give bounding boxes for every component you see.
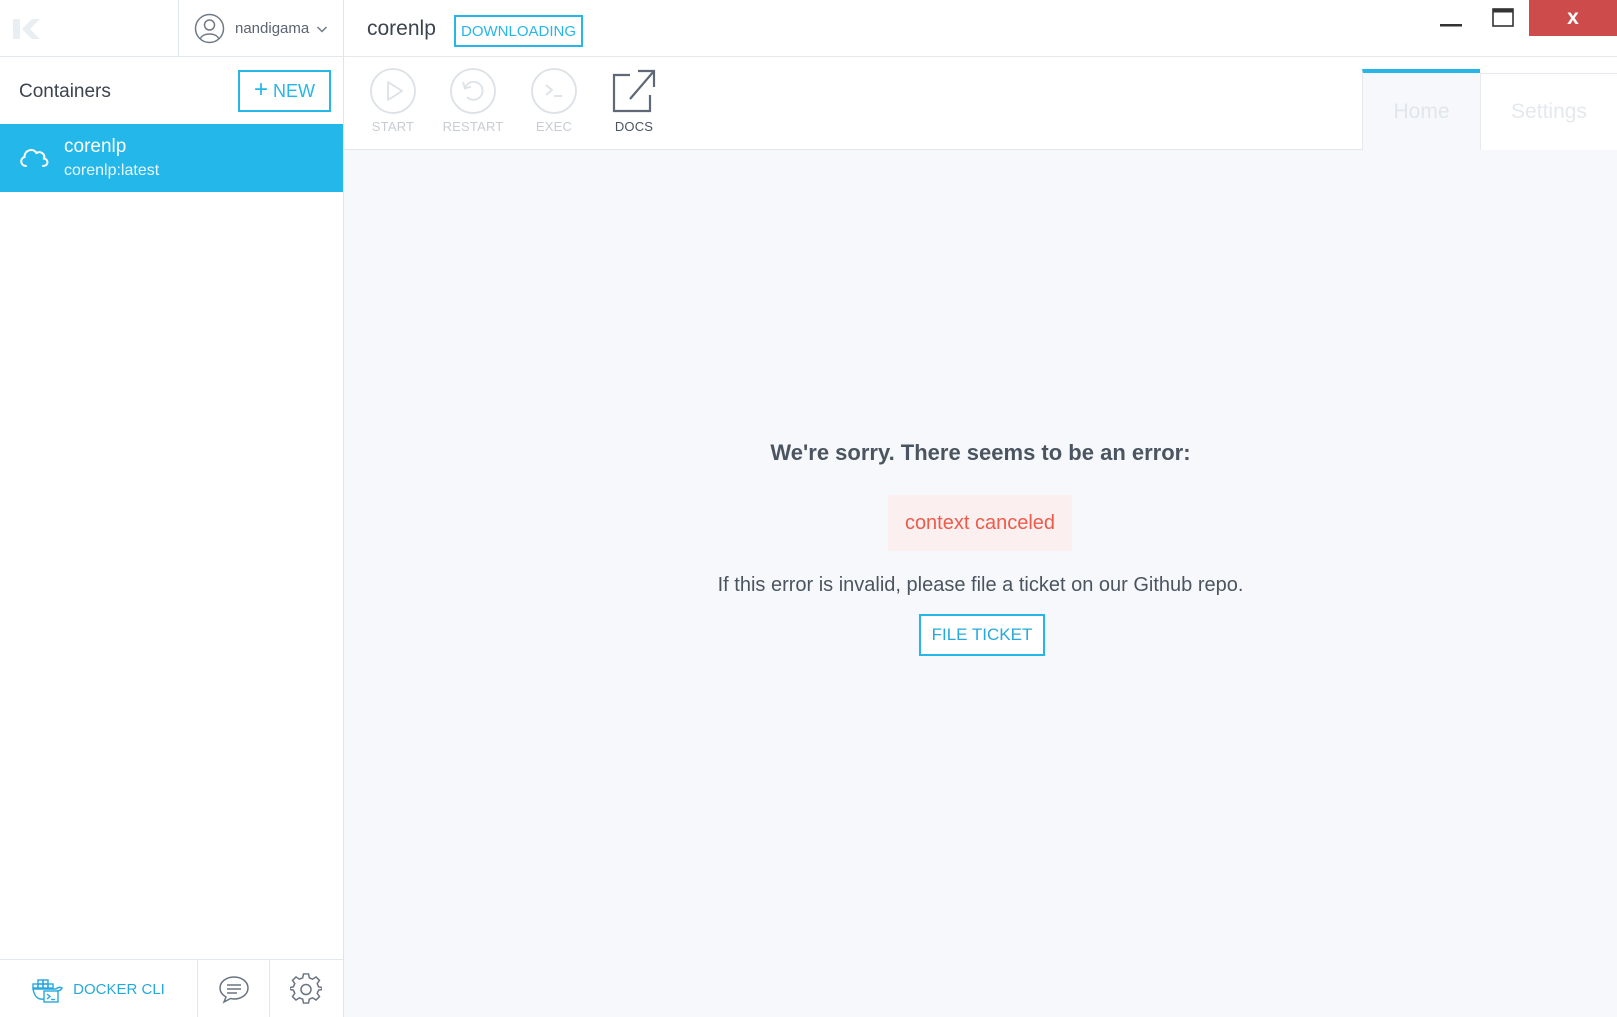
container-name: corenlp	[64, 136, 127, 157]
gear-icon	[290, 973, 322, 1004]
docs-label: DOCS	[614, 119, 654, 134]
maximize-button[interactable]	[1477, 0, 1529, 36]
minimize-button[interactable]	[1425, 0, 1477, 36]
file-ticket-button[interactable]: FILE TICKET	[919, 614, 1045, 656]
error-hint: If this error is invalid, please file a …	[717, 574, 1244, 596]
container-list-item[interactable]: corenlp corenlp:latest	[0, 124, 343, 192]
status-badge: DOWNLOADING	[454, 15, 584, 47]
terminal-icon	[531, 68, 577, 114]
error-message: context canceled	[888, 495, 1072, 551]
error-panel: We're sorry. There seems to be an error:…	[344, 150, 1617, 1017]
maximize-icon	[1492, 8, 1514, 27]
docs-button[interactable]: DOCS	[594, 67, 674, 134]
sidebar: K nandigama Containers + NEW corenlp cor…	[0, 0, 344, 1017]
docker-cli-button[interactable]: DOCKER CLI	[0, 960, 198, 1017]
window-controls: x	[1425, 0, 1617, 36]
exec-button[interactable]: EXEC	[514, 67, 594, 134]
new-button-label: NEW	[273, 80, 315, 101]
containers-header: Containers + NEW	[0, 57, 344, 124]
start-button[interactable]: START	[353, 67, 433, 134]
close-icon: x	[1567, 6, 1579, 29]
top-bar: corenlp DOWNLOADING x	[344, 0, 1617, 57]
username: nandigama	[235, 20, 310, 37]
container-image: corenlp:latest	[64, 162, 160, 179]
plus-icon: +	[253, 75, 268, 103]
docker-cli-label: DOCKER CLI	[73, 980, 165, 998]
feedback-button[interactable]	[198, 960, 270, 1017]
external-link-icon	[612, 69, 656, 113]
sidebar-footer: DOCKER CLI	[0, 959, 344, 1017]
chevron-down-icon	[317, 25, 328, 33]
chat-bubble-icon	[218, 976, 249, 1004]
restart-icon	[450, 68, 496, 114]
preferences-button[interactable]	[270, 960, 342, 1017]
minimize-icon	[1440, 24, 1462, 27]
account-menu[interactable]: nandigama	[178, 0, 344, 57]
error-heading: We're sorry. There seems to be an error:	[770, 440, 1191, 465]
user-avatar-icon	[194, 13, 225, 44]
new-container-button[interactable]: + NEW	[238, 70, 331, 112]
kitematic-logo-icon: K	[13, 19, 40, 39]
tab-settings[interactable]: Settings	[1480, 73, 1617, 150]
container-title: corenlp	[367, 17, 436, 40]
cloud-download-icon	[20, 149, 49, 167]
tab-home[interactable]: Home	[1362, 69, 1480, 150]
docker-cli-icon	[32, 979, 64, 1003]
sidebar-header: K nandigama	[0, 0, 344, 57]
restart-label: RESTART	[442, 119, 504, 134]
restart-button[interactable]: RESTART	[433, 67, 513, 134]
exec-label: EXEC	[535, 119, 573, 134]
containers-title: Containers	[19, 81, 111, 102]
start-label: START	[371, 119, 415, 134]
main-panel: corenlp DOWNLOADING x START RESTART EXEC…	[344, 0, 1617, 1017]
close-window-button[interactable]: x	[1529, 0, 1617, 36]
container-toolbar: START RESTART EXEC DOCS Home Settings	[344, 57, 1617, 150]
play-icon	[370, 68, 416, 114]
